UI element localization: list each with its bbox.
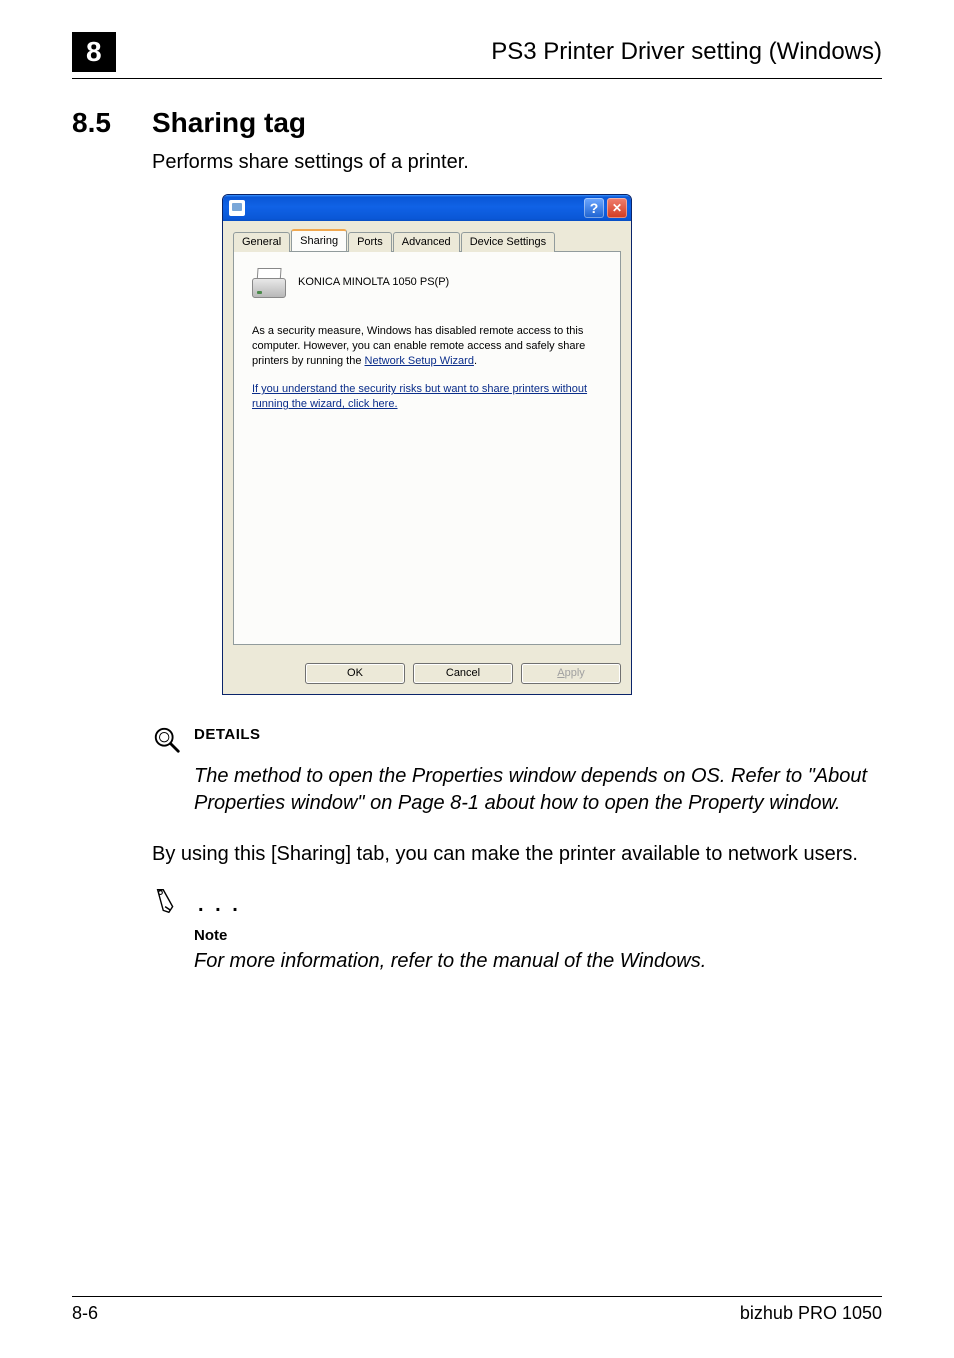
question-icon: ? xyxy=(590,201,599,215)
ellipsis-icon: . . . xyxy=(198,892,241,919)
apply-accelerator: A xyxy=(557,667,564,679)
section-title: Sharing tag xyxy=(152,107,306,139)
printer-name-label: KONICA MINOLTA 1050 PS(P) xyxy=(298,275,449,290)
note-text: For more information, refer to the manua… xyxy=(194,948,882,975)
chapter-title: PS3 Printer Driver setting (Windows) xyxy=(136,38,882,66)
printer-icon xyxy=(252,268,284,298)
page-header: 8 PS3 Printer Driver setting (Windows) xyxy=(72,32,882,79)
tab-advanced[interactable]: Advanced xyxy=(393,232,460,252)
details-text: The method to open the Properties window… xyxy=(194,763,882,817)
details-label: DETAILS xyxy=(194,725,261,745)
chapter-number-badge: 8 xyxy=(72,32,116,72)
section-intro-text: Performs share settings of a printer. xyxy=(152,149,882,176)
printer-properties-dialog: ? ✕ General Sharing Ports Advanced Devic… xyxy=(222,194,632,695)
ok-button[interactable]: OK xyxy=(305,663,405,684)
dialog-button-row: OK Cancel Apply xyxy=(223,655,631,694)
security-message: As a security measure, Windows has disab… xyxy=(252,324,602,369)
close-icon: ✕ xyxy=(612,202,622,214)
tab-general[interactable]: General xyxy=(233,232,290,252)
network-setup-wizard-link[interactable]: Network Setup Wizard xyxy=(365,355,474,367)
body-paragraph: By using this [Sharing] tab, you can mak… xyxy=(152,841,882,868)
dialog-titlebar[interactable]: ? ✕ xyxy=(223,195,631,221)
printer-app-icon xyxy=(229,200,245,216)
apply-button[interactable]: Apply xyxy=(521,663,621,684)
tab-ports[interactable]: Ports xyxy=(348,232,392,252)
magnifier-icon xyxy=(152,725,186,763)
tab-device-settings[interactable]: Device Settings xyxy=(461,232,555,252)
cancel-button[interactable]: Cancel xyxy=(413,663,513,684)
help-button[interactable]: ? xyxy=(584,198,604,218)
apply-label-rest: pply xyxy=(565,667,585,679)
tab-sharing[interactable]: Sharing xyxy=(291,229,347,251)
security-message-text-b: . xyxy=(474,355,477,367)
page-footer: 8-6 bizhub PRO 1050 xyxy=(72,1296,882,1324)
note-label: Note xyxy=(194,926,882,946)
product-name: bizhub PRO 1050 xyxy=(740,1303,882,1324)
pen-icon xyxy=(152,886,186,924)
tab-panel-sharing: KONICA MINOLTA 1050 PS(P) As a security … xyxy=(233,251,621,645)
section-heading: 8.5 Sharing tag xyxy=(72,107,882,139)
close-button[interactable]: ✕ xyxy=(607,198,627,218)
page-number: 8-6 xyxy=(72,1303,98,1324)
dialog-tabs: General Sharing Ports Advanced Device Se… xyxy=(233,229,621,251)
note-callout: . . . xyxy=(152,886,882,924)
section-number: 8.5 xyxy=(72,107,152,139)
details-callout: DETAILS xyxy=(152,725,882,763)
share-without-wizard-link[interactable]: If you understand the security risks but… xyxy=(252,383,587,410)
